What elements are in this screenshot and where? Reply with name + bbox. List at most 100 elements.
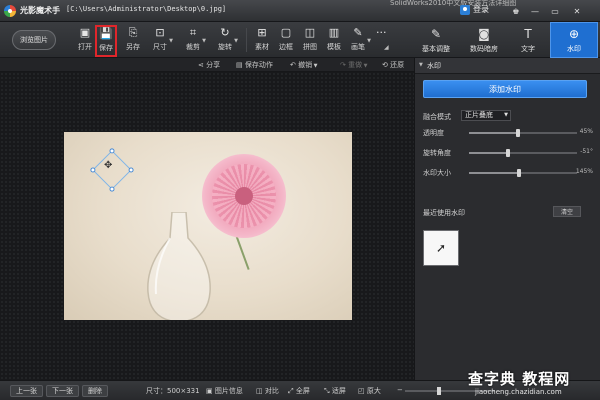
- recent-watermark-thumbnail[interactable]: ➚: [423, 230, 459, 266]
- border-icon: ▢: [280, 26, 292, 39]
- open-button[interactable]: ▣ 打开: [78, 26, 92, 56]
- camera-icon: ◙: [478, 26, 490, 41]
- close-button[interactable]: ✕: [570, 5, 584, 17]
- app-name: 光影魔术手: [20, 6, 60, 15]
- opacity-slider[interactable]: [469, 129, 577, 137]
- material-icon: ⊞: [257, 26, 267, 39]
- save-as-button[interactable]: ⎘ 另存: [126, 26, 140, 56]
- save-button[interactable]: 💾 保存: [95, 25, 117, 57]
- redo-icon: ↷: [340, 61, 349, 69]
- crop-dropdown-icon[interactable]: ▼: [202, 38, 206, 44]
- move-cursor-icon: ➚: [435, 241, 447, 255]
- opacity-value: 45%: [579, 128, 593, 135]
- template-icon: ▥: [328, 26, 340, 39]
- image-canvas[interactable]: ✥: [0, 72, 414, 380]
- brush-button[interactable]: ✎ 画笔 ▼: [351, 26, 371, 56]
- tab-text[interactable]: T 文字: [504, 22, 552, 58]
- resize-dropdown-icon[interactable]: ▼: [169, 38, 173, 44]
- login-button[interactable]: 登录: [460, 4, 489, 15]
- rotate-button[interactable]: ↻ 旋转 ▼: [218, 26, 238, 56]
- material-button[interactable]: ⊞ 素材: [255, 26, 269, 56]
- delete-button[interactable]: 删除: [82, 385, 108, 397]
- site-watermark-logo: 查字典 教程网: [468, 370, 571, 388]
- tab-darkroom[interactable]: ◙ 数码暗房: [460, 22, 508, 58]
- browse-images-button[interactable]: 浏览图片: [12, 30, 56, 50]
- tab-basic-adjust[interactable]: ✎ 基本调整: [412, 22, 460, 58]
- info-icon: ▣: [206, 387, 215, 395]
- clear-recent-button[interactable]: 清空: [553, 206, 581, 217]
- rotation-slider[interactable]: [469, 149, 577, 157]
- share-icon: ⋖: [198, 61, 207, 69]
- zoom-out-icon[interactable]: −: [397, 386, 403, 394]
- resize-button[interactable]: ⊡ 尺寸 ▼: [153, 26, 173, 56]
- login-label: 登录: [473, 5, 489, 14]
- recent-watermarks-title: 最近使用水印: [423, 209, 465, 217]
- restore-icon: ⟲: [382, 61, 391, 69]
- edited-photo[interactable]: ✥: [64, 132, 352, 320]
- rotate-icon: ↻: [220, 26, 230, 39]
- title-bar: 光影魔术手 [C:\Users\Administrator\Desktop\0.…: [0, 0, 600, 22]
- action-bar: ⋖ 分享 ▤ 保存动作 ↶ 撤销 ▼ ↷ 重做 ▼ ⟲ 还原: [0, 58, 414, 72]
- blend-mode-select[interactable]: 正片叠底 ▼: [461, 110, 511, 121]
- resize-handle[interactable]: [108, 147, 116, 155]
- chevron-down-icon: ▼: [504, 112, 508, 118]
- save-icon: 💾: [99, 27, 113, 40]
- crop-icon: ⌗: [189, 26, 197, 39]
- save-action-icon: ▤: [236, 61, 245, 69]
- image-info-button[interactable]: ▣ 图片信息: [206, 386, 243, 396]
- undo-button[interactable]: ↶ 撤销 ▼: [290, 60, 318, 70]
- site-watermark-url: jiaocheng.chazidian.com: [475, 388, 562, 396]
- brush-dropdown-icon[interactable]: ▼: [367, 38, 371, 44]
- next-image-button[interactable]: 下一张: [46, 385, 79, 397]
- rotation-slider-thumb[interactable]: [505, 149, 510, 157]
- panel-tabs: ✎ 基本调整 ◙ 数码暗房 T 文字 ⊕ 水印: [410, 22, 600, 58]
- previous-image-button[interactable]: 上一张: [10, 385, 43, 397]
- fit-screen-button[interactable]: ⤡ 适屏: [324, 386, 346, 396]
- redo-button[interactable]: ↷ 重做 ▼: [340, 60, 368, 70]
- blend-mode-row: 融合模式 正片叠底 ▼: [423, 110, 593, 122]
- size-slider[interactable]: [469, 169, 577, 177]
- saveas-icon: ⎘: [128, 26, 138, 39]
- rotation-value: -51°: [580, 148, 593, 155]
- more-expand-icon[interactable]: ◢: [384, 44, 389, 51]
- template-button[interactable]: ▥ 模板: [327, 26, 341, 56]
- rotation-row: 旋转角度 -51°: [423, 148, 593, 158]
- compare-button[interactable]: ◫ 对比: [256, 386, 279, 396]
- share-button[interactable]: ⋖ 分享: [198, 60, 220, 70]
- original-size-button[interactable]: ◰ 原大: [358, 386, 381, 396]
- adjust-icon: ✎: [430, 26, 442, 41]
- tab-watermark[interactable]: ⊕ 水印: [550, 22, 598, 58]
- collapse-arrow-icon: ▼: [419, 62, 423, 68]
- minimize-button[interactable]: —: [528, 5, 542, 17]
- user-icon: [460, 4, 470, 15]
- resize-handle[interactable]: [127, 166, 135, 174]
- fit-screen-icon: ⤡: [324, 387, 332, 395]
- fullscreen-icon: ⤢: [288, 387, 296, 395]
- app-logo-icon: [4, 5, 16, 17]
- file-path: [C:\Users\Administrator\Desktop\0.jpg]: [66, 5, 227, 13]
- collage-button[interactable]: ◫ 拼图: [303, 26, 317, 56]
- panel-header[interactable]: ▼ 水印: [415, 58, 600, 74]
- zoom-slider-thumb[interactable]: [437, 387, 442, 395]
- open-icon: ▣: [79, 26, 91, 39]
- border-button[interactable]: ▢ 边框: [279, 26, 293, 56]
- pink-flower: [202, 154, 286, 238]
- resize-handle[interactable]: [89, 166, 97, 174]
- add-watermark-button[interactable]: 添加水印: [423, 80, 587, 98]
- rotate-dropdown-icon[interactable]: ▼: [234, 38, 238, 44]
- compare-icon: ◫: [256, 387, 265, 395]
- save-action-button[interactable]: ▤ 保存动作: [236, 60, 273, 70]
- restore-button[interactable]: ⟲ 还原: [382, 60, 404, 70]
- brush-icon: ✎: [353, 26, 363, 39]
- opacity-slider-thumb[interactable]: [515, 129, 520, 137]
- undo-icon: ↶: [290, 61, 299, 69]
- size-row: 水印大小 145%: [423, 168, 593, 178]
- original-size-icon: ◰: [358, 387, 367, 395]
- maximize-button[interactable]: ▭: [548, 5, 562, 17]
- resize-handle[interactable]: [108, 185, 116, 193]
- size-slider-thumb[interactable]: [516, 169, 521, 177]
- more-tools-button[interactable]: ···: [376, 26, 387, 56]
- fullscreen-button[interactable]: ⤢ 全屏: [288, 386, 310, 396]
- skin-button[interactable]: ♚: [509, 5, 523, 17]
- crop-button[interactable]: ⌗ 裁剪 ▼: [186, 26, 206, 56]
